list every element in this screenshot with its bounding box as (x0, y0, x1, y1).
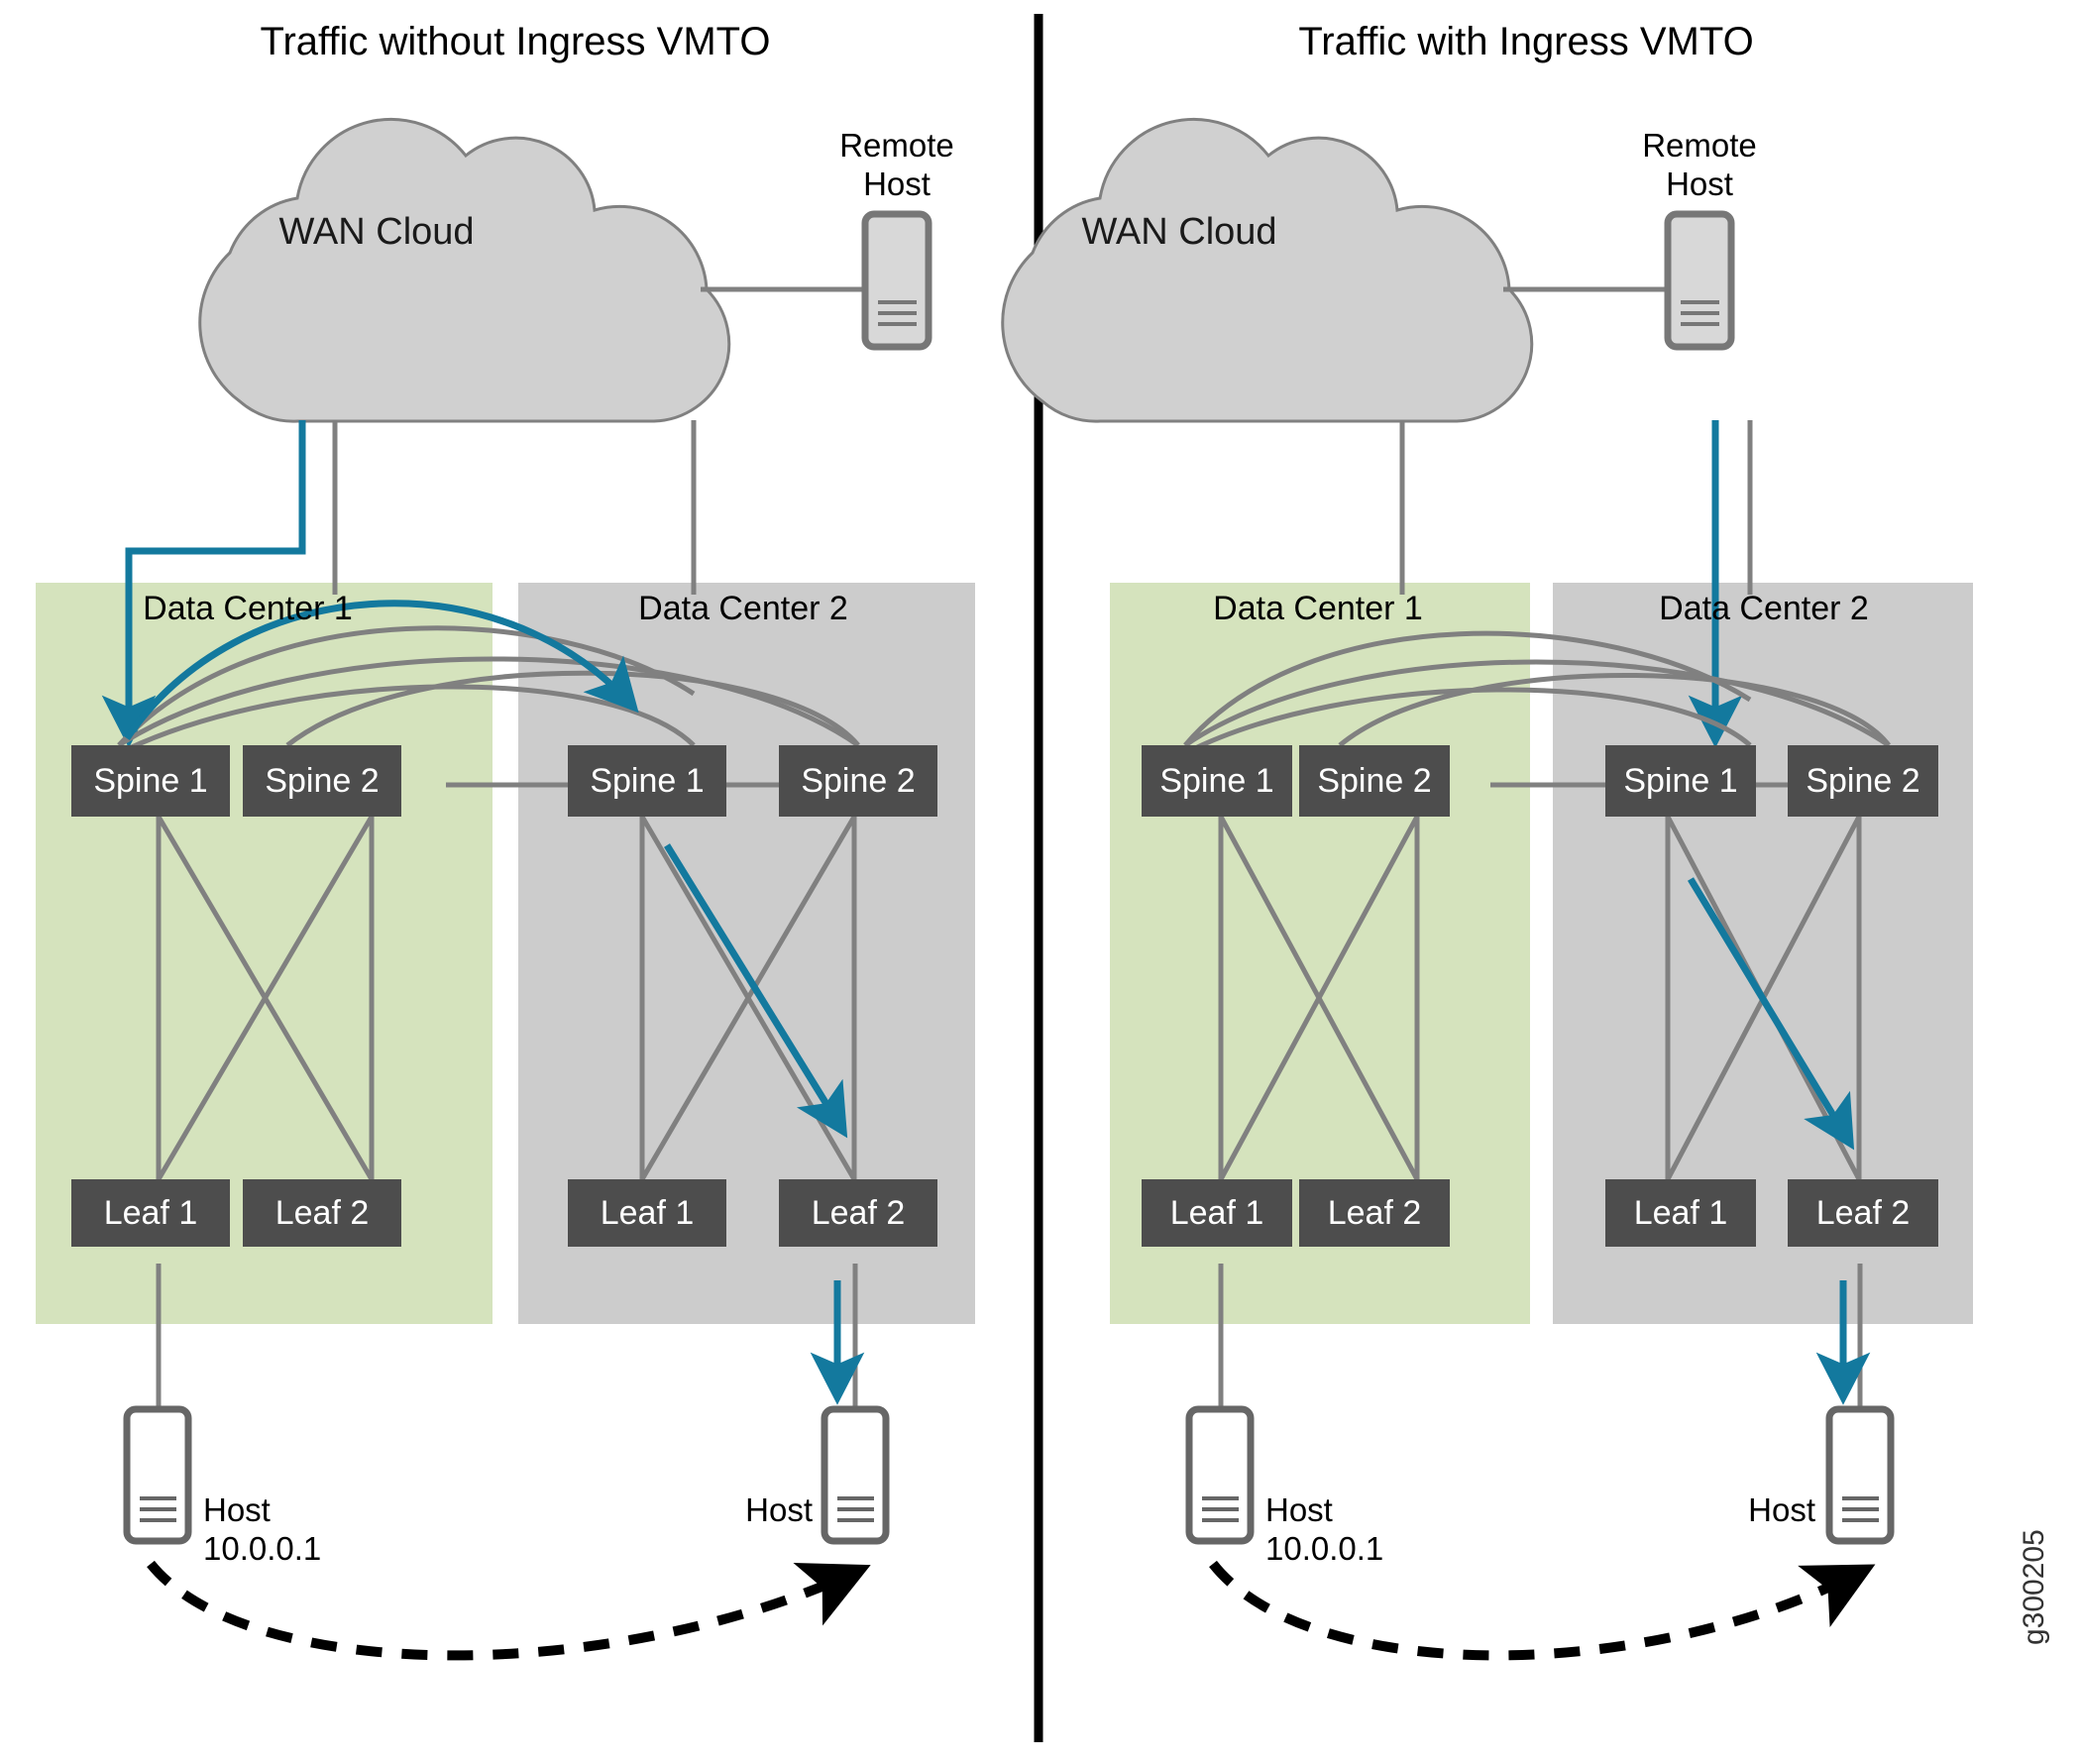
panel-title-without-vmto: Traffic without Ingress VMTO (260, 20, 771, 63)
dc2-host-label: Host (1748, 1491, 1815, 1528)
wan-cloud (1001, 117, 1534, 423)
logical-flow-dashed-arrow (147, 1560, 871, 1661)
dc1-label: Data Center 1 (1213, 590, 1423, 627)
dc2-leaf-1[interactable]: Leaf 1 (568, 1179, 726, 1247)
dc2-leaf-2[interactable]: Leaf 2 (1788, 1179, 1938, 1247)
dc1-leaf-1[interactable]: Leaf 1 (1142, 1179, 1292, 1247)
logical-flow-dashed-arrow (1209, 1560, 1876, 1661)
dc1-host-label: Host 10.0.0.1 (203, 1491, 322, 1567)
dc2-spine-2[interactable]: Spine 2 (1788, 745, 1938, 817)
dc1-host-icon (123, 1405, 192, 1545)
dc1-host-icon (1185, 1405, 1255, 1545)
dc2-leaf-2[interactable]: Leaf 2 (779, 1179, 937, 1247)
dc1-host-label: Host 10.0.0.1 (1265, 1491, 1384, 1567)
dc2-host-icon (1825, 1405, 1895, 1545)
dc1-leaf-1[interactable]: Leaf 1 (71, 1179, 230, 1247)
dc2-spine-1[interactable]: Spine 1 (568, 745, 726, 817)
dc1-spine-2[interactable]: Spine 2 (243, 745, 401, 817)
remote-host-icon (1664, 210, 1735, 351)
dc2-spine-2[interactable]: Spine 2 (779, 745, 937, 817)
diagram-canvas: Traffic without Ingress VMTO WAN Cloud R… (0, 0, 2082, 1764)
dc2-host-label: Host (745, 1491, 813, 1528)
wan-cloud (198, 117, 731, 423)
remote-host-icon (861, 210, 932, 351)
dc2-spine-1[interactable]: Spine 1 (1605, 745, 1756, 817)
dc2-label: Data Center 2 (638, 590, 848, 627)
dc1-spine-1[interactable]: Spine 1 (71, 745, 230, 817)
panel-without-vmto (36, 117, 975, 1661)
dc1-spine-2[interactable]: Spine 2 (1299, 745, 1450, 817)
dc2-host-icon (821, 1405, 890, 1545)
dc1-spine-1[interactable]: Spine 1 (1142, 745, 1292, 817)
dc2-label: Data Center 2 (1659, 590, 1869, 627)
figure-id-label: g300205 (2018, 1529, 2050, 1645)
remote-host-label: Remote Host (839, 127, 954, 202)
wan-cloud-label: WAN Cloud (278, 211, 475, 253)
wan-cloud-label: WAN Cloud (1081, 211, 1277, 253)
dc1-leaf-2[interactable]: Leaf 2 (1299, 1179, 1450, 1247)
dc1-label: Data Center 1 (143, 590, 353, 627)
dc1-leaf-2[interactable]: Leaf 2 (243, 1179, 401, 1247)
panel-title-with-vmto: Traffic with Ingress VMTO (1298, 20, 1754, 63)
panel-with-vmto (1001, 117, 1973, 1661)
dc2-leaf-1[interactable]: Leaf 1 (1605, 1179, 1756, 1247)
remote-host-label: Remote Host (1642, 127, 1757, 202)
